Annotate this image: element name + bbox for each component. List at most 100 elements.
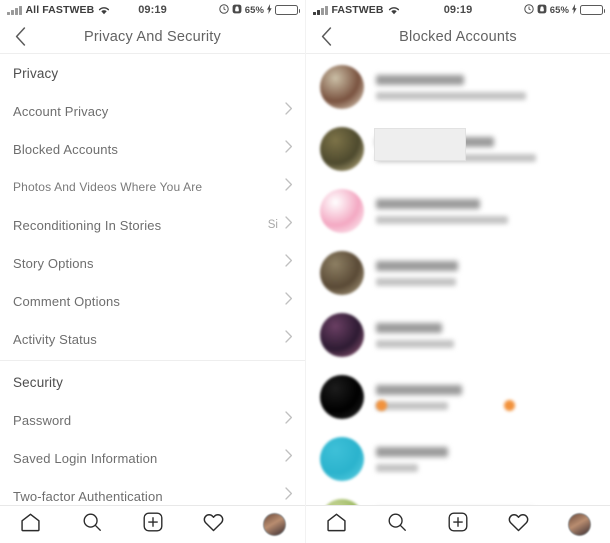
blocked-account-row[interactable] [306, 490, 610, 505]
settings-section-header: Security [0, 363, 305, 401]
page-title: Blocked Accounts [399, 28, 517, 45]
settings-row[interactable]: Two-factor Authentication [0, 477, 305, 505]
blocked-account-row[interactable] [306, 242, 610, 304]
status-bar-right-group: 65% [167, 3, 301, 17]
account-info [376, 322, 598, 348]
chevron-right-icon [285, 411, 293, 429]
account-username [376, 384, 462, 395]
chevron-right-icon [285, 292, 293, 310]
settings-row[interactable]: Photos And Videos Where You Are [0, 168, 305, 206]
chevron-right-icon [285, 102, 293, 120]
add-post-icon [142, 511, 164, 538]
home-icon [325, 511, 348, 539]
status-bar-left: All FASTWEB 09:19 65% [0, 0, 305, 20]
tab-search[interactable] [374, 510, 420, 540]
clock-label: 09:19 [138, 4, 167, 16]
tab-new-post[interactable] [130, 510, 176, 540]
avatar [320, 313, 364, 357]
settings-row-label: Privacy [13, 65, 59, 81]
settings-row[interactable]: Saved Login Information [0, 439, 305, 477]
tab-activity[interactable] [496, 510, 542, 540]
settings-row-label: Two-factor Authentication [13, 488, 163, 504]
tab-profile[interactable] [557, 510, 603, 540]
nav-bar-right: Blocked Accounts [306, 20, 610, 54]
heart-icon [202, 511, 225, 539]
tab-bar-right [306, 505, 610, 543]
page-title: Privacy And Security [84, 28, 221, 45]
account-info [376, 74, 598, 100]
tab-new-post[interactable] [435, 510, 481, 540]
home-icon [19, 511, 42, 539]
settings-row[interactable]: Reconditioning In Stories Si [0, 206, 305, 244]
right-phone-screen: FASTWEB 09:19 65% Blocked Accounts [305, 0, 610, 543]
alarm-clock-icon [523, 3, 534, 17]
account-username [376, 74, 464, 85]
profile-avatar-icon[interactable] [568, 513, 592, 536]
settings-list: Privacy Account Privacy Blocked Accounts Ph… [0, 54, 305, 505]
search-icon [81, 511, 103, 538]
tab-activity[interactable] [191, 510, 237, 540]
account-username [376, 198, 480, 209]
avatar [320, 65, 364, 109]
profile-avatar-icon[interactable] [263, 513, 286, 536]
section-divider [0, 360, 305, 361]
account-info [374, 127, 598, 162]
settings-row-label: Reconditioning In Stories [13, 217, 162, 233]
status-bar-left-group: All FASTWEB [7, 4, 138, 16]
settings-row[interactable]: Account Privacy [0, 92, 305, 130]
settings-row[interactable]: Comment Options [0, 282, 305, 320]
blocked-account-row[interactable] [306, 304, 610, 366]
settings-row-label: Activity Status [13, 331, 97, 347]
clock-label: 09:19 [443, 4, 473, 16]
search-icon [386, 511, 408, 538]
wifi-icon [98, 6, 110, 15]
settings-row-value: Si [267, 219, 278, 231]
left-phone-screen: All FASTWEB 09:19 65% Privacy And Securi… [0, 0, 305, 543]
account-username [376, 260, 458, 271]
account-fullname [376, 339, 454, 348]
account-info [376, 260, 598, 286]
chevron-right-icon [285, 330, 293, 348]
battery-icon [580, 5, 606, 15]
account-fullname [376, 215, 508, 224]
blocked-account-row[interactable] [306, 118, 610, 180]
account-info [376, 446, 598, 472]
signal-bars-icon [313, 5, 328, 15]
emoji-icon [376, 399, 387, 411]
carrier-label: All FASTWEB [25, 4, 95, 16]
tab-search[interactable] [69, 510, 115, 540]
settings-row[interactable]: Activity Status [0, 320, 305, 358]
avatar [320, 437, 364, 481]
add-post-icon [447, 511, 469, 538]
carrier-label: FASTWEB [331, 4, 384, 16]
blocked-account-row[interactable] [306, 56, 610, 118]
signal-bars-icon [7, 5, 22, 15]
alarm-clock-icon [218, 3, 229, 17]
settings-row-label: Account Privacy [13, 103, 109, 119]
blocked-account-row[interactable] [306, 366, 610, 428]
dual-screenshot-container: All FASTWEB 09:19 65% Privacy And Securi… [0, 0, 610, 543]
settings-row-label: Blocked Accounts [13, 141, 119, 157]
tab-home[interactable] [8, 510, 54, 540]
settings-row-label: Saved Login Information [13, 450, 158, 466]
settings-row-label: Story Options [13, 255, 94, 271]
battery-percent-label: 65% [244, 4, 265, 16]
status-bar-right: FASTWEB 09:19 65% [306, 0, 610, 20]
settings-row-label: Photos And Videos Where You Are [13, 180, 203, 194]
chevron-right-icon [285, 140, 293, 158]
wifi-icon [388, 6, 400, 15]
account-fullname [376, 91, 526, 100]
account-info [376, 384, 598, 411]
tab-home[interactable] [313, 510, 359, 540]
account-username [376, 322, 442, 333]
blocked-account-row[interactable] [306, 428, 610, 490]
tab-profile[interactable] [252, 510, 298, 540]
settings-row[interactable]: Blocked Accounts [0, 130, 305, 168]
settings-row[interactable]: Story Options [0, 244, 305, 282]
rotation-lock-icon [537, 4, 547, 17]
blocked-accounts-list [306, 54, 610, 505]
blocked-account-row[interactable] [306, 180, 610, 242]
settings-row-label: Comment Options [13, 293, 121, 309]
settings-row[interactable]: Password [0, 401, 305, 439]
account-fullname [376, 463, 418, 472]
